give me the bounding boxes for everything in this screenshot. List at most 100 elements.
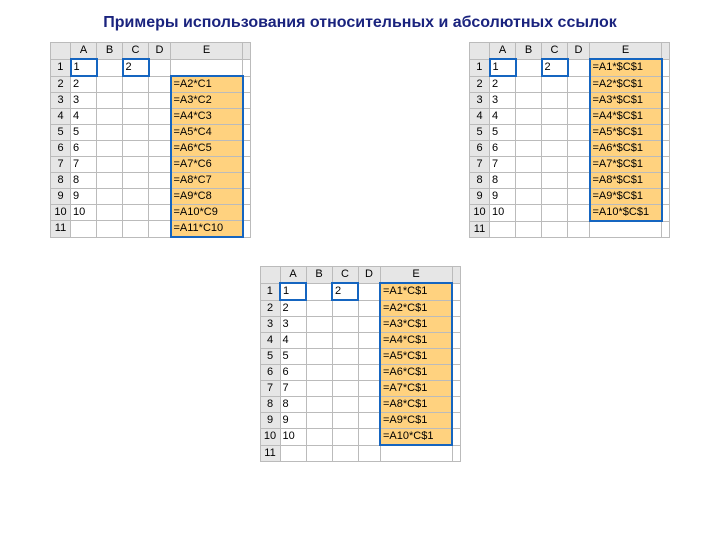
cell[interactable]	[306, 445, 332, 461]
cell[interactable]: 2	[332, 283, 358, 300]
cell[interactable]	[123, 93, 149, 109]
cell[interactable]: 10	[280, 429, 306, 446]
cell[interactable]	[306, 365, 332, 381]
cell[interactable]: 4	[490, 109, 516, 125]
cell[interactable]	[516, 221, 542, 237]
cell[interactable]	[149, 141, 171, 157]
formula-cell[interactable]: =A10*$C$1	[590, 205, 662, 222]
formula-cell[interactable]: =A5*$C$1	[590, 125, 662, 141]
cell[interactable]	[123, 109, 149, 125]
cell[interactable]	[123, 173, 149, 189]
cell[interactable]	[568, 76, 590, 93]
cell[interactable]	[97, 141, 123, 157]
cell[interactable]	[542, 157, 568, 173]
cell[interactable]	[332, 365, 358, 381]
cell[interactable]	[149, 125, 171, 141]
cell[interactable]	[452, 445, 460, 461]
cell[interactable]	[452, 381, 460, 397]
cell[interactable]	[332, 429, 358, 446]
cell[interactable]: 6	[490, 141, 516, 157]
cell[interactable]	[452, 429, 460, 446]
cell[interactable]: 8	[280, 397, 306, 413]
formula-cell[interactable]: =A9*$C$1	[590, 189, 662, 205]
formula-cell[interactable]: =A2*$C$1	[590, 76, 662, 93]
formula-cell[interactable]: =A11*C10	[171, 221, 243, 238]
cell[interactable]	[452, 300, 460, 317]
cell[interactable]	[542, 221, 568, 237]
formula-cell[interactable]	[380, 445, 452, 461]
cell[interactable]	[358, 381, 380, 397]
formula-cell[interactable]: =A10*C$1	[380, 429, 452, 446]
cell[interactable]	[306, 317, 332, 333]
formula-cell[interactable]: =A7*C$1	[380, 381, 452, 397]
cell[interactable]	[332, 397, 358, 413]
cell[interactable]: 1	[280, 283, 306, 300]
formula-cell[interactable]: =A8*$C$1	[590, 173, 662, 189]
formula-cell[interactable]: =A2*C$1	[380, 300, 452, 317]
formula-cell[interactable]: =A9*C$1	[380, 413, 452, 429]
cell[interactable]	[516, 141, 542, 157]
cell[interactable]: 3	[71, 93, 97, 109]
cell[interactable]	[243, 141, 251, 157]
formula-cell[interactable]: =A1*$C$1	[590, 59, 662, 76]
cell[interactable]	[452, 397, 460, 413]
formula-cell[interactable]: =A3*$C$1	[590, 93, 662, 109]
cell[interactable]	[243, 189, 251, 205]
cell[interactable]: 5	[280, 349, 306, 365]
cell[interactable]	[149, 59, 171, 76]
cell[interactable]	[568, 205, 590, 222]
cell[interactable]	[97, 221, 123, 238]
formula-cell[interactable]: =A6*$C$1	[590, 141, 662, 157]
cell[interactable]	[568, 141, 590, 157]
cell[interactable]	[306, 283, 332, 300]
cell[interactable]: 3	[280, 317, 306, 333]
cell[interactable]	[97, 125, 123, 141]
cell[interactable]	[123, 141, 149, 157]
cell[interactable]: 7	[280, 381, 306, 397]
cell[interactable]	[568, 157, 590, 173]
cell[interactable]	[452, 365, 460, 381]
formula-cell[interactable]: =A3*C2	[171, 93, 243, 109]
formula-cell[interactable]: =A6*C5	[171, 141, 243, 157]
cell[interactable]	[662, 93, 670, 109]
cell[interactable]	[243, 125, 251, 141]
cell[interactable]	[149, 173, 171, 189]
cell[interactable]	[332, 300, 358, 317]
formula-cell[interactable]: =A10*C9	[171, 205, 243, 221]
cell[interactable]	[452, 317, 460, 333]
cell[interactable]	[243, 93, 251, 109]
cell[interactable]	[568, 173, 590, 189]
cell[interactable]	[662, 141, 670, 157]
cell[interactable]	[542, 93, 568, 109]
cell[interactable]	[123, 189, 149, 205]
cell[interactable]	[306, 300, 332, 317]
formula-cell[interactable]	[590, 221, 662, 237]
cell[interactable]	[516, 125, 542, 141]
cell[interactable]	[542, 205, 568, 222]
cell[interactable]	[149, 221, 171, 238]
formula-cell[interactable]: =A9*C8	[171, 189, 243, 205]
cell[interactable]	[662, 173, 670, 189]
cell[interactable]	[97, 157, 123, 173]
cell[interactable]	[516, 59, 542, 76]
cell[interactable]	[516, 157, 542, 173]
cell[interactable]	[662, 205, 670, 222]
cell[interactable]	[662, 125, 670, 141]
cell[interactable]	[332, 317, 358, 333]
cell[interactable]	[243, 157, 251, 173]
cell[interactable]	[123, 205, 149, 221]
cell[interactable]	[332, 333, 358, 349]
cell[interactable]	[243, 109, 251, 125]
cell[interactable]	[71, 221, 97, 238]
cell[interactable]: 7	[71, 157, 97, 173]
cell[interactable]	[568, 125, 590, 141]
cell[interactable]: 2	[490, 76, 516, 93]
formula-cell[interactable]: =A8*C$1	[380, 397, 452, 413]
cell[interactable]: 2	[280, 300, 306, 317]
cell[interactable]: 2	[71, 76, 97, 93]
cell[interactable]	[123, 76, 149, 93]
cell[interactable]	[358, 445, 380, 461]
formula-cell[interactable]: =A8*C7	[171, 173, 243, 189]
cell[interactable]	[542, 76, 568, 93]
cell[interactable]	[332, 349, 358, 365]
